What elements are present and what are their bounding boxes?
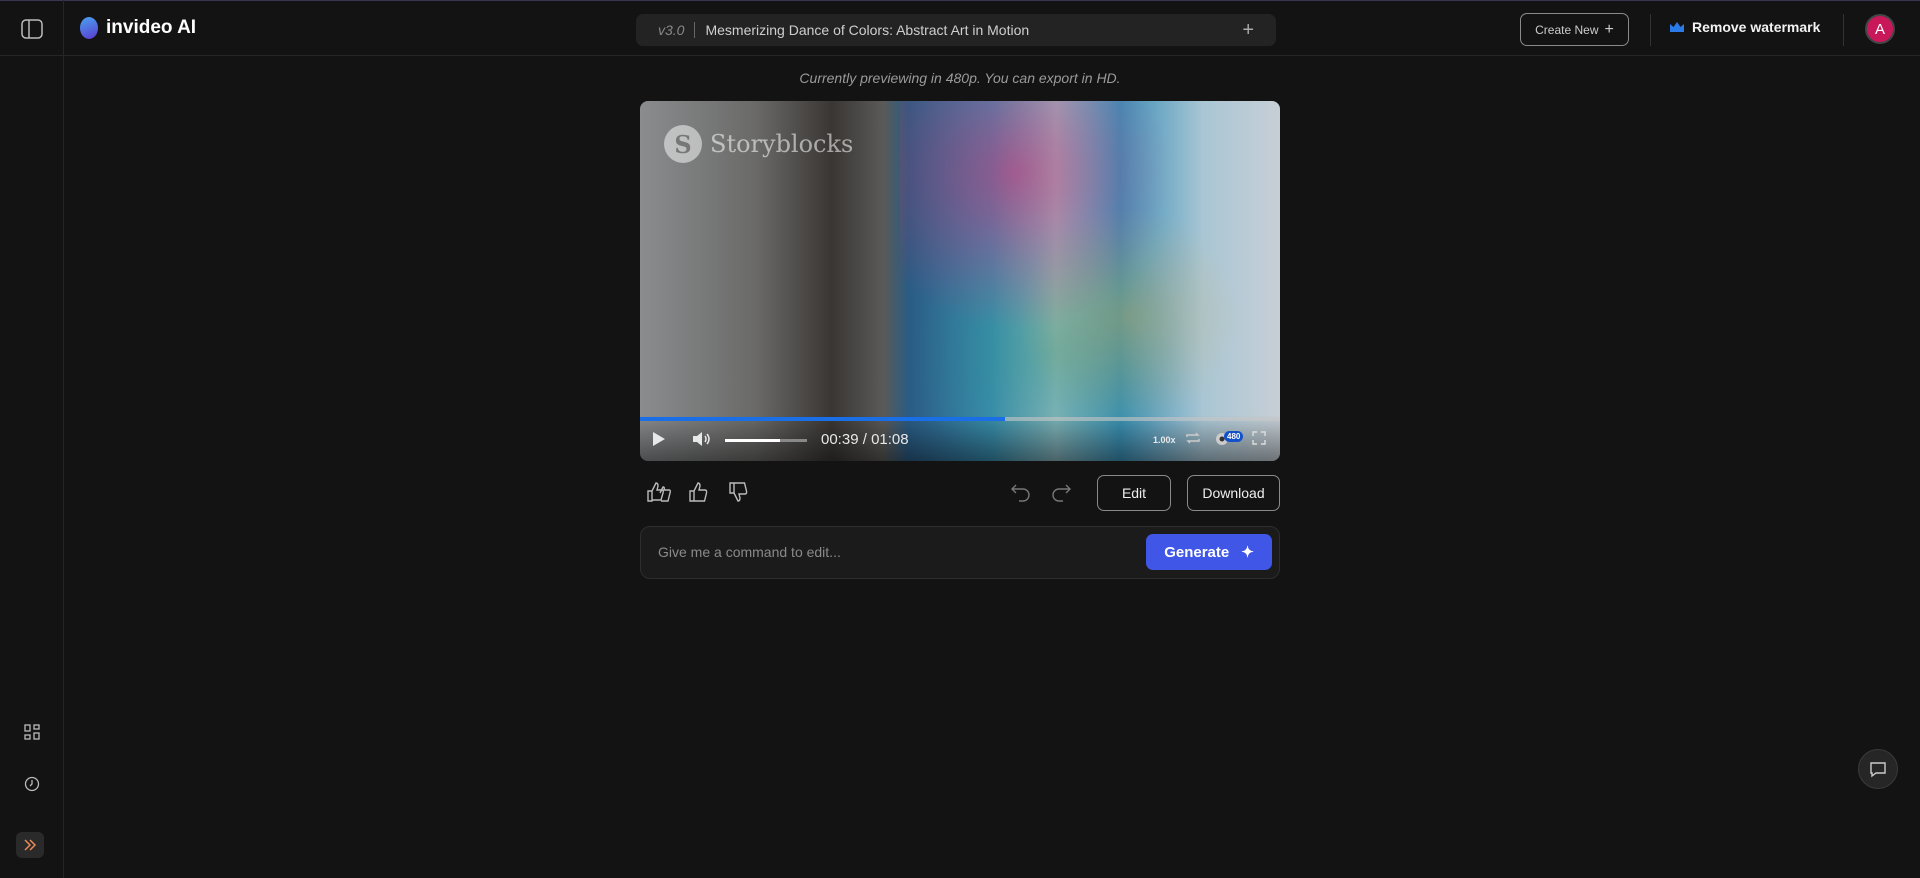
chat-support-button[interactable]: [1858, 749, 1898, 789]
play-icon[interactable]: [652, 431, 666, 447]
crown-icon: [1670, 22, 1684, 32]
volume-level: [725, 439, 780, 442]
playback-speed[interactable]: 1.00x: [1153, 435, 1176, 445]
love-it-icon[interactable]: [646, 481, 672, 503]
loop-icon[interactable]: [1185, 431, 1201, 445]
create-new-label: Create New: [1535, 22, 1599, 37]
plus-icon: +: [1604, 20, 1614, 38]
current-time: 00:39: [821, 431, 859, 448]
fullscreen-icon[interactable]: [1252, 431, 1266, 445]
storyblocks-watermark: S Storyblocks: [664, 125, 853, 163]
avatar[interactable]: A: [1865, 14, 1895, 44]
remove-watermark-button[interactable]: Remove watermark: [1670, 19, 1820, 35]
project-title-bar[interactable]: v3.0 Mesmerizing Dance of Colors: Abstra…: [636, 14, 1276, 46]
project-title: Mesmerizing Dance of Colors: Abstract Ar…: [705, 22, 1030, 38]
command-bar: Give me a command to edit... Generate ✦: [640, 526, 1280, 579]
thumbs-down-icon[interactable]: [728, 481, 750, 503]
volume-slider[interactable]: [725, 439, 807, 442]
redo-icon[interactable]: [1050, 483, 1072, 503]
volume-icon[interactable]: [692, 431, 712, 447]
expand-sidebar-icon[interactable]: [16, 832, 44, 858]
remove-watermark-label: Remove watermark: [1692, 19, 1821, 35]
quality-badge: 480: [1224, 431, 1244, 442]
chat-bubble-icon: [1870, 762, 1886, 778]
invideo-logo-icon: [80, 17, 98, 39]
seek-bar[interactable]: [640, 417, 1280, 421]
download-button[interactable]: Download: [1187, 475, 1280, 511]
app-name: invideo AI: [106, 17, 197, 38]
divider: [1650, 14, 1651, 46]
video-player[interactable]: S Storyblocks 00:39 / 01:08 1.00x 480: [640, 101, 1280, 461]
time-display: 00:39 / 01:08: [821, 431, 909, 448]
add-icon[interactable]: +: [1242, 19, 1254, 42]
logo[interactable]: invideo AI: [80, 17, 196, 39]
sparkle-icon: ✦: [1241, 544, 1254, 561]
edit-button[interactable]: Edit: [1097, 475, 1171, 511]
undo-icon[interactable]: [1010, 483, 1032, 503]
player-controls: [640, 415, 1280, 461]
preview-note: Currently previewing in 480p. You can ex…: [799, 70, 1121, 86]
duration: 01:08: [871, 431, 909, 448]
history-clock-icon[interactable]: [20, 774, 44, 794]
top-bar: invideo AI v3.0 Mesmerizing Dance of Col…: [0, 1, 1920, 56]
time-separator: /: [862, 431, 867, 448]
divider: [1843, 14, 1844, 46]
seek-bar-played: [640, 417, 1005, 421]
create-new-button[interactable]: Create New +: [1520, 13, 1629, 46]
video-frame: [900, 101, 1280, 461]
thumbs-up-icon[interactable]: [688, 481, 710, 503]
video-actions: Edit Download: [640, 475, 1280, 511]
command-input[interactable]: Give me a command to edit...: [658, 544, 841, 560]
version-label: v3.0: [658, 22, 685, 38]
divider: [694, 22, 696, 38]
generate-button[interactable]: Generate ✦: [1146, 534, 1272, 570]
sidebar: [0, 0, 64, 878]
apps-grid-icon[interactable]: [20, 722, 44, 742]
generate-label: Generate: [1164, 543, 1230, 561]
